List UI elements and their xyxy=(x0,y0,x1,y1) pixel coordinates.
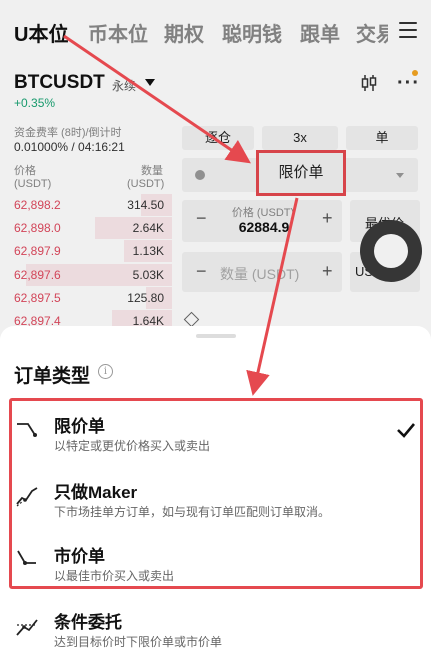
conditional-order-icon xyxy=(16,619,38,636)
option-conditional-title[interactable]: 条件委托 xyxy=(54,608,122,633)
info-icon[interactable]: i xyxy=(98,364,113,379)
highlight-box xyxy=(9,398,423,589)
sheet-title: 订单类型 xyxy=(14,366,91,387)
option-conditional-desc: 达到目标价时下限价单或市价单 xyxy=(54,635,223,649)
sheet-handle[interactable] xyxy=(196,334,236,338)
